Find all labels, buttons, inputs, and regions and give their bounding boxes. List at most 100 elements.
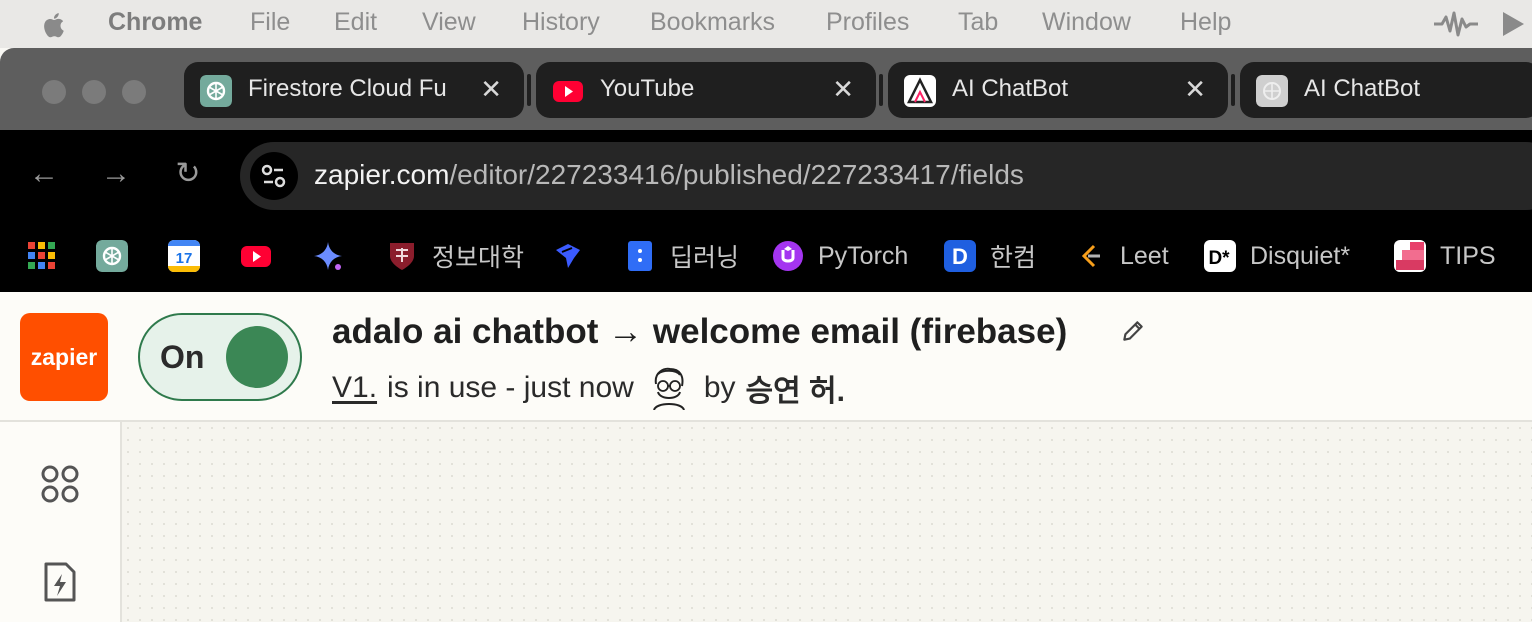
bookmark-linear[interactable]	[552, 234, 584, 278]
zapier-logo-text: zapier	[30, 343, 98, 370]
zap-header: zapier On adalo ai chatbot → welcome ema…	[0, 292, 1532, 422]
calendar-date: 17	[176, 250, 193, 267]
udemy-icon	[773, 241, 803, 271]
gemini-icon	[314, 242, 342, 270]
zap-editor-canvas[interactable]	[122, 422, 1532, 622]
window-close-button[interactable]	[42, 80, 66, 104]
url-path: /editor/227233416/published/227233417/fi…	[449, 159, 1024, 190]
bookmark-apps[interactable]	[26, 234, 58, 278]
doc-icon	[628, 241, 652, 271]
leetcode-icon	[1081, 244, 1100, 268]
menu-edit[interactable]: Edit	[334, 8, 377, 37]
d-icon: D	[944, 240, 976, 272]
linear-icon	[556, 244, 580, 268]
tab-separator	[879, 74, 883, 106]
menu-history[interactable]: History	[522, 8, 600, 37]
status-text: is in use - just now	[387, 371, 634, 404]
zap-status-line: V1. is in use - just now by 승연 허.	[332, 366, 845, 410]
tab-separator	[1231, 74, 1235, 106]
site-info-button[interactable]	[250, 152, 298, 200]
tab-title: AI ChatBot	[952, 75, 1069, 102]
bookmark-label: 정보대학	[432, 244, 525, 272]
file-bolt-icon[interactable]	[38, 560, 82, 604]
hancom-logo-letter: D	[952, 244, 968, 269]
apps-grid-icon	[28, 242, 55, 269]
tab-title: Firestore Cloud Fu	[248, 75, 447, 102]
tab-title: AI ChatBot	[1304, 75, 1421, 102]
adalo-icon	[904, 75, 936, 107]
bookmark-hancom[interactable]: D 한컴	[944, 234, 1036, 278]
play-icon[interactable]	[1500, 10, 1526, 38]
back-arrow-icon[interactable]: ←	[24, 154, 64, 194]
tab-separator	[527, 74, 531, 106]
by-text: by	[703, 371, 736, 404]
zap-on-toggle[interactable]: On	[138, 313, 302, 401]
author-name[interactable]: 승연 허.	[746, 366, 845, 410]
apple-logo-icon[interactable]	[40, 10, 70, 40]
close-icon[interactable]: ✕	[480, 74, 502, 105]
chatgpt-icon	[200, 75, 232, 107]
menu-extras	[1432, 0, 1532, 48]
bookmark-chatgpt[interactable]	[96, 234, 128, 278]
editor-sidebar	[0, 422, 122, 622]
bookmark-label: PyTorch	[818, 241, 909, 270]
toggle-knob	[226, 326, 288, 388]
globe-icon	[1256, 75, 1288, 107]
zap-title: adalo ai chatbot → welcome email (fireba…	[332, 312, 1068, 351]
bookmark-label: Disquiet*	[1250, 241, 1351, 270]
address-bar[interactable]: zapier.com/editor/227233416/published/22…	[240, 142, 1532, 210]
bookmark-deep-learning[interactable]: 딥러닝	[624, 234, 739, 278]
url-host: zapier.com	[314, 159, 450, 190]
bookmark-label: TIPS	[1440, 241, 1496, 270]
tab-ai-chatbot-2[interactable]: AI ChatBot	[1240, 62, 1532, 118]
bookmark-leet[interactable]: Leet	[1074, 234, 1169, 278]
tab-ai-chatbot[interactable]: AI ChatBot ✕	[888, 62, 1228, 118]
menu-file[interactable]: File	[250, 8, 290, 37]
tab-youtube[interactable]: YouTube ✕	[536, 62, 876, 118]
bookmarks-bar: 17 정보대학 딥러닝 PyTorch D 한컴 Leet D* Disquie…	[0, 220, 1532, 292]
bookmark-gemini[interactable]	[312, 234, 344, 278]
tips-icon	[1394, 240, 1426, 272]
close-icon[interactable]: ✕	[832, 74, 854, 105]
avatar[interactable]	[650, 366, 688, 410]
calendar-icon: 17	[168, 240, 200, 272]
close-icon[interactable]: ✕	[1184, 74, 1206, 105]
tab-firestore[interactable]: Firestore Cloud Fu ✕	[184, 62, 524, 118]
forward-arrow-icon[interactable]: →	[96, 154, 136, 194]
menu-profiles[interactable]: Profiles	[826, 8, 909, 37]
menu-app-name[interactable]: Chrome	[108, 8, 202, 37]
apps-circles-icon[interactable]	[38, 462, 82, 506]
audio-waveform-icon[interactable]	[1432, 9, 1480, 39]
bookmark-calendar[interactable]: 17	[168, 234, 200, 278]
youtube-icon	[241, 246, 271, 267]
bookmark-jeongbo-daehak[interactable]: 정보대학	[386, 234, 524, 278]
toggle-label: On	[160, 339, 205, 375]
menu-bookmarks[interactable]: Bookmarks	[650, 8, 775, 37]
menu-window[interactable]: Window	[1042, 8, 1131, 37]
window-minimize-button[interactable]	[82, 80, 106, 104]
bookmark-label: 딥러닝	[670, 244, 740, 272]
bookmark-label: 한컴	[990, 244, 1037, 272]
bookmark-disquiet[interactable]: D* Disquiet*	[1204, 234, 1350, 278]
tune-icon	[261, 164, 286, 188]
browser-toolbar: ← → ↻ zapier.com/editor/227233416/publis…	[0, 130, 1532, 220]
disquiet-logo-text: D*	[1208, 248, 1230, 269]
url-text[interactable]: zapier.com/editor/227233416/published/22…	[314, 159, 1024, 191]
chatgpt-icon	[96, 240, 128, 272]
bookmark-youtube[interactable]	[240, 234, 272, 278]
university-crest-icon	[390, 243, 414, 270]
disquiet-icon: D*	[1204, 240, 1236, 272]
menu-tab[interactable]: Tab	[958, 8, 998, 37]
bookmark-label: Leet	[1120, 241, 1169, 270]
menu-help[interactable]: Help	[1180, 8, 1231, 37]
edit-pencil-icon[interactable]	[1120, 318, 1146, 344]
bookmark-pytorch[interactable]: PyTorch	[772, 234, 908, 278]
bookmark-tips[interactable]: TIPS	[1394, 234, 1496, 278]
youtube-icon	[553, 81, 583, 102]
tab-title: YouTube	[600, 75, 695, 102]
zapier-logo[interactable]: zapier	[20, 313, 108, 401]
menu-view[interactable]: View	[422, 8, 476, 37]
version-link[interactable]: V1.	[332, 371, 377, 405]
window-zoom-button[interactable]	[122, 80, 146, 104]
reload-icon[interactable]: ↻	[168, 154, 208, 194]
